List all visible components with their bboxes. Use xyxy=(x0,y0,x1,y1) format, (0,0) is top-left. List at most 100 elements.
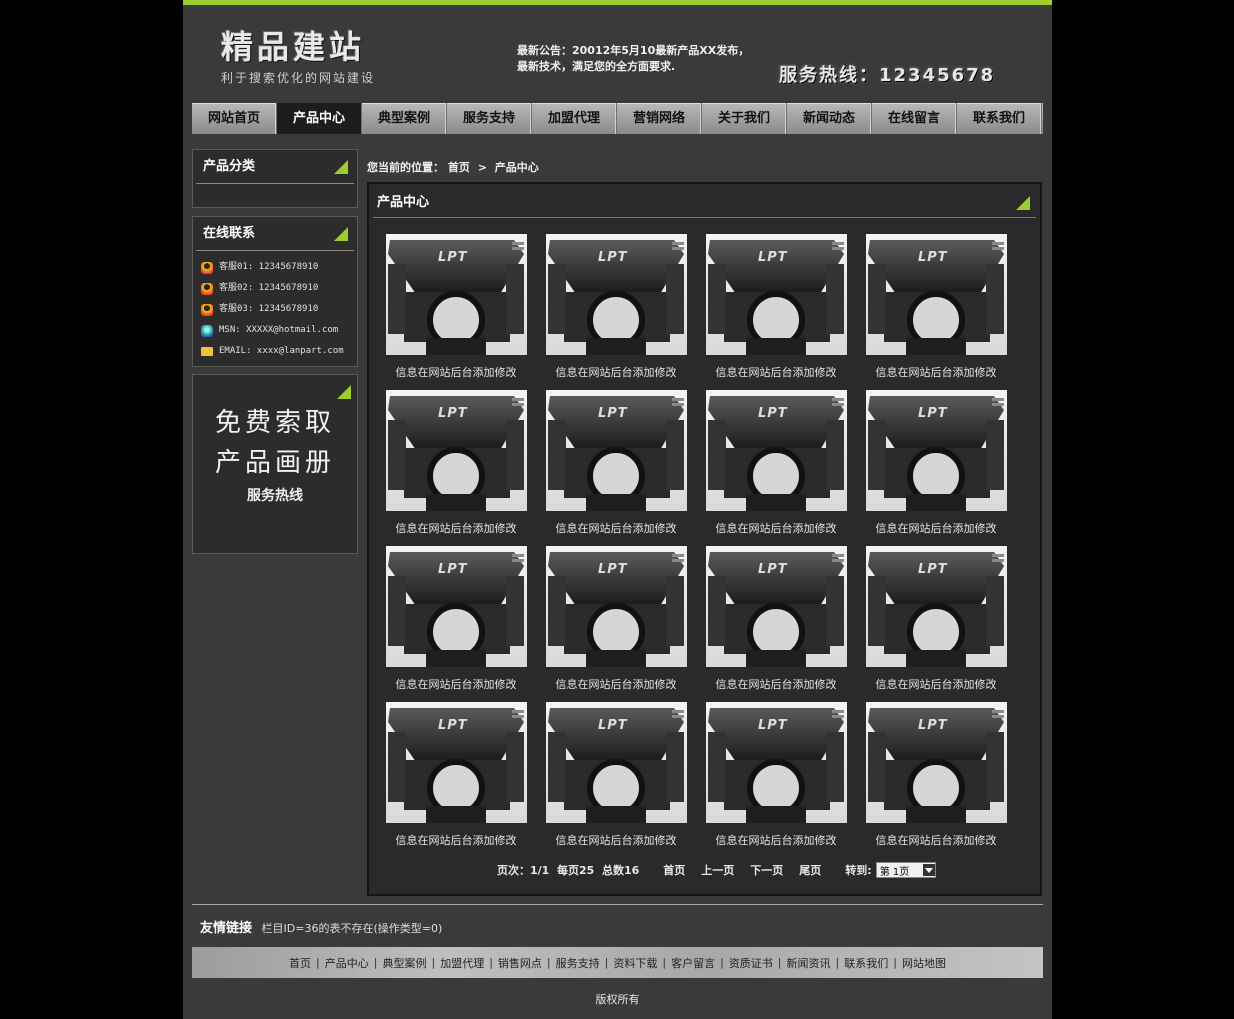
product-caption[interactable]: 信息在网站后台添加修改 xyxy=(545,832,687,848)
nav-item[interactable]: 新闻动态 xyxy=(787,103,872,134)
product-thumbnail[interactable]: LPT xyxy=(866,546,1007,667)
product-thumbnail[interactable]: LPT xyxy=(546,702,687,823)
product-caption[interactable]: 信息在网站后台添加修改 xyxy=(705,364,847,380)
product-thumbnail[interactable]: LPT xyxy=(546,390,687,511)
nav-item[interactable]: 营销网络 xyxy=(617,103,702,134)
per-page-info: 每页25 xyxy=(557,864,595,877)
announcement-line-2: 最新技术，满足您的全方面要求. xyxy=(517,60,676,73)
nav-item[interactable]: 联系我们 xyxy=(957,103,1042,134)
product-thumbnail[interactable]: LPT xyxy=(866,702,1007,823)
product-caption[interactable]: 信息在网站后台添加修改 xyxy=(865,832,1007,848)
product-caption[interactable]: 信息在网站后台添加修改 xyxy=(385,832,527,848)
product-card[interactable]: LPT 信息在网站后台添加修改 xyxy=(865,546,1015,696)
product-caption[interactable]: 信息在网站后台添加修改 xyxy=(385,364,527,380)
product-caption[interactable]: 信息在网站后台添加修改 xyxy=(385,520,527,536)
product-card[interactable]: LPT 信息在网站后台添加修改 xyxy=(385,702,535,852)
nav-item[interactable]: 加盟代理 xyxy=(532,103,617,134)
product-thumbnail[interactable]: LPT xyxy=(706,234,847,355)
footer-nav-separator: | xyxy=(489,956,493,969)
contact-item[interactable]: EMAIL: xxxx@lanpart.com xyxy=(201,341,357,362)
product-card[interactable]: LPT 信息在网站后台添加修改 xyxy=(705,702,855,852)
product-caption[interactable]: 信息在网站后台添加修改 xyxy=(705,676,847,692)
product-caption[interactable]: 信息在网站后台添加修改 xyxy=(865,520,1007,536)
product-thumbnail[interactable]: LPT xyxy=(546,234,687,355)
product-caption[interactable]: 信息在网站后台添加修改 xyxy=(385,676,527,692)
footer-nav-link[interactable]: 服务支持 xyxy=(556,955,600,971)
footer-nav-link[interactable]: 联系我们 xyxy=(844,955,888,971)
logo-title: 精品建站 xyxy=(221,28,366,66)
announcement-line-1: 最新公告：20012年5月10最新产品XX发布， xyxy=(517,44,750,57)
product-thumbnail[interactable]: LPT xyxy=(386,390,527,511)
product-thumbnail[interactable]: LPT xyxy=(866,234,1007,355)
footer-nav-link[interactable]: 网站地图 xyxy=(902,955,946,971)
footer-nav-link[interactable]: 加盟代理 xyxy=(440,955,484,971)
product-card[interactable]: LPT 信息在网站后台添加修改 xyxy=(705,390,855,540)
footer-nav-separator: | xyxy=(431,956,436,969)
site-logo[interactable]: 精品建站 利于搜索优化的网站建设 xyxy=(221,27,375,86)
contact-header: 在线联系 xyxy=(196,217,354,251)
nav-item[interactable]: 网站首页 xyxy=(192,103,277,134)
product-card[interactable]: LPT 信息在网站后台添加修改 xyxy=(705,234,855,384)
product-thumbnail[interactable]: LPT xyxy=(386,702,527,823)
footer-nav-link[interactable]: 首页 xyxy=(289,955,311,971)
product-caption[interactable]: 信息在网站后台添加修改 xyxy=(545,364,687,380)
product-thumbnail[interactable]: LPT xyxy=(706,390,847,511)
product-card[interactable]: LPT 信息在网站后台添加修改 xyxy=(865,234,1015,384)
footer-nav-link[interactable]: 资质证书 xyxy=(729,955,773,971)
nav-item[interactable]: 产品中心 xyxy=(277,103,362,134)
mail-icon xyxy=(201,347,213,356)
product-caption[interactable]: 信息在网站后台添加修改 xyxy=(865,676,1007,692)
prev-page-link[interactable]: 上一页 xyxy=(701,862,734,878)
page-container: 精品建站 利于搜索优化的网站建设 最新公告：20012年5月10最新产品XX发布… xyxy=(183,0,1052,1019)
product-card[interactable]: LPT 信息在网站后台添加修改 xyxy=(865,702,1015,852)
product-caption[interactable]: 信息在网站后台添加修改 xyxy=(545,520,687,536)
contact-item[interactable]: MSN: XXXXX@hotmail.com xyxy=(201,320,357,341)
footer-nav-link[interactable]: 客户留言 xyxy=(671,955,715,971)
contact-title: 在线联系 xyxy=(203,226,256,241)
contact-item[interactable]: 客服02: 12345678910 xyxy=(201,278,357,299)
footer-nav-link[interactable]: 新闻资讯 xyxy=(787,955,831,971)
page-select[interactable]: 第 1页 xyxy=(875,862,937,878)
product-card[interactable]: LPT 信息在网站后台添加修改 xyxy=(385,546,535,696)
product-card[interactable]: LPT 信息在网站后台添加修改 xyxy=(545,546,695,696)
copyright: 版权所有 xyxy=(595,993,640,1006)
footer-nav-link[interactable]: 典型案例 xyxy=(382,955,426,971)
first-page-link[interactable]: 首页 xyxy=(663,862,685,878)
category-title: 产品分类 xyxy=(203,159,256,174)
product-thumbnail[interactable]: LPT xyxy=(706,546,847,667)
product-caption[interactable]: 信息在网站后台添加修改 xyxy=(865,364,1007,380)
product-thumbnail[interactable]: LPT xyxy=(386,234,527,355)
breadcrumb-current: 产品中心 xyxy=(494,161,539,174)
product-card[interactable]: LPT 信息在网站后台添加修改 xyxy=(545,234,695,384)
footer-nav-link[interactable]: 资料下载 xyxy=(613,955,657,971)
friend-links: 友情链接 栏目ID=36的表不存在(操作类型=0) xyxy=(200,917,442,936)
nav-item[interactable]: 典型案例 xyxy=(362,103,447,134)
product-card[interactable]: LPT 信息在网站后台添加修改 xyxy=(545,702,695,852)
product-caption[interactable]: 信息在网站后台添加修改 xyxy=(705,520,847,536)
contact-item[interactable]: 客服03: 12345678910 xyxy=(201,299,357,320)
product-logo-text: LPT xyxy=(758,562,788,577)
next-page-link[interactable]: 下一页 xyxy=(750,862,783,878)
product-caption[interactable]: 信息在网站后台添加修改 xyxy=(545,676,687,692)
product-logo-text: LPT xyxy=(598,250,628,265)
footer-nav-link[interactable]: 产品中心 xyxy=(325,955,369,971)
nav-item[interactable]: 服务支持 xyxy=(447,103,532,134)
breadcrumb-home-link[interactable]: 首页 xyxy=(448,161,470,174)
catalog-promo-banner[interactable]: 免费索取 产品画册 服务热线 xyxy=(192,374,358,554)
product-thumbnail[interactable]: LPT xyxy=(706,702,847,823)
last-page-link[interactable]: 尾页 xyxy=(799,862,821,878)
product-thumbnail[interactable]: LPT xyxy=(546,546,687,667)
product-card[interactable]: LPT 信息在网站后台添加修改 xyxy=(385,234,535,384)
product-logo-text: LPT xyxy=(918,562,948,577)
product-thumbnail[interactable]: LPT xyxy=(386,546,527,667)
product-card[interactable]: LPT 信息在网站后台添加修改 xyxy=(385,390,535,540)
nav-item[interactable]: 在线留言 xyxy=(872,103,957,134)
contact-item[interactable]: 客服01: 12345678910 xyxy=(201,257,357,278)
product-card[interactable]: LPT 信息在网站后台添加修改 xyxy=(545,390,695,540)
product-card[interactable]: LPT 信息在网站后台添加修改 xyxy=(865,390,1015,540)
footer-nav-link[interactable]: 销售网点 xyxy=(498,955,542,971)
product-card[interactable]: LPT 信息在网站后台添加修改 xyxy=(705,546,855,696)
product-thumbnail[interactable]: LPT xyxy=(866,390,1007,511)
nav-item[interactable]: 关于我们 xyxy=(702,103,787,134)
product-caption[interactable]: 信息在网站后台添加修改 xyxy=(705,832,847,848)
